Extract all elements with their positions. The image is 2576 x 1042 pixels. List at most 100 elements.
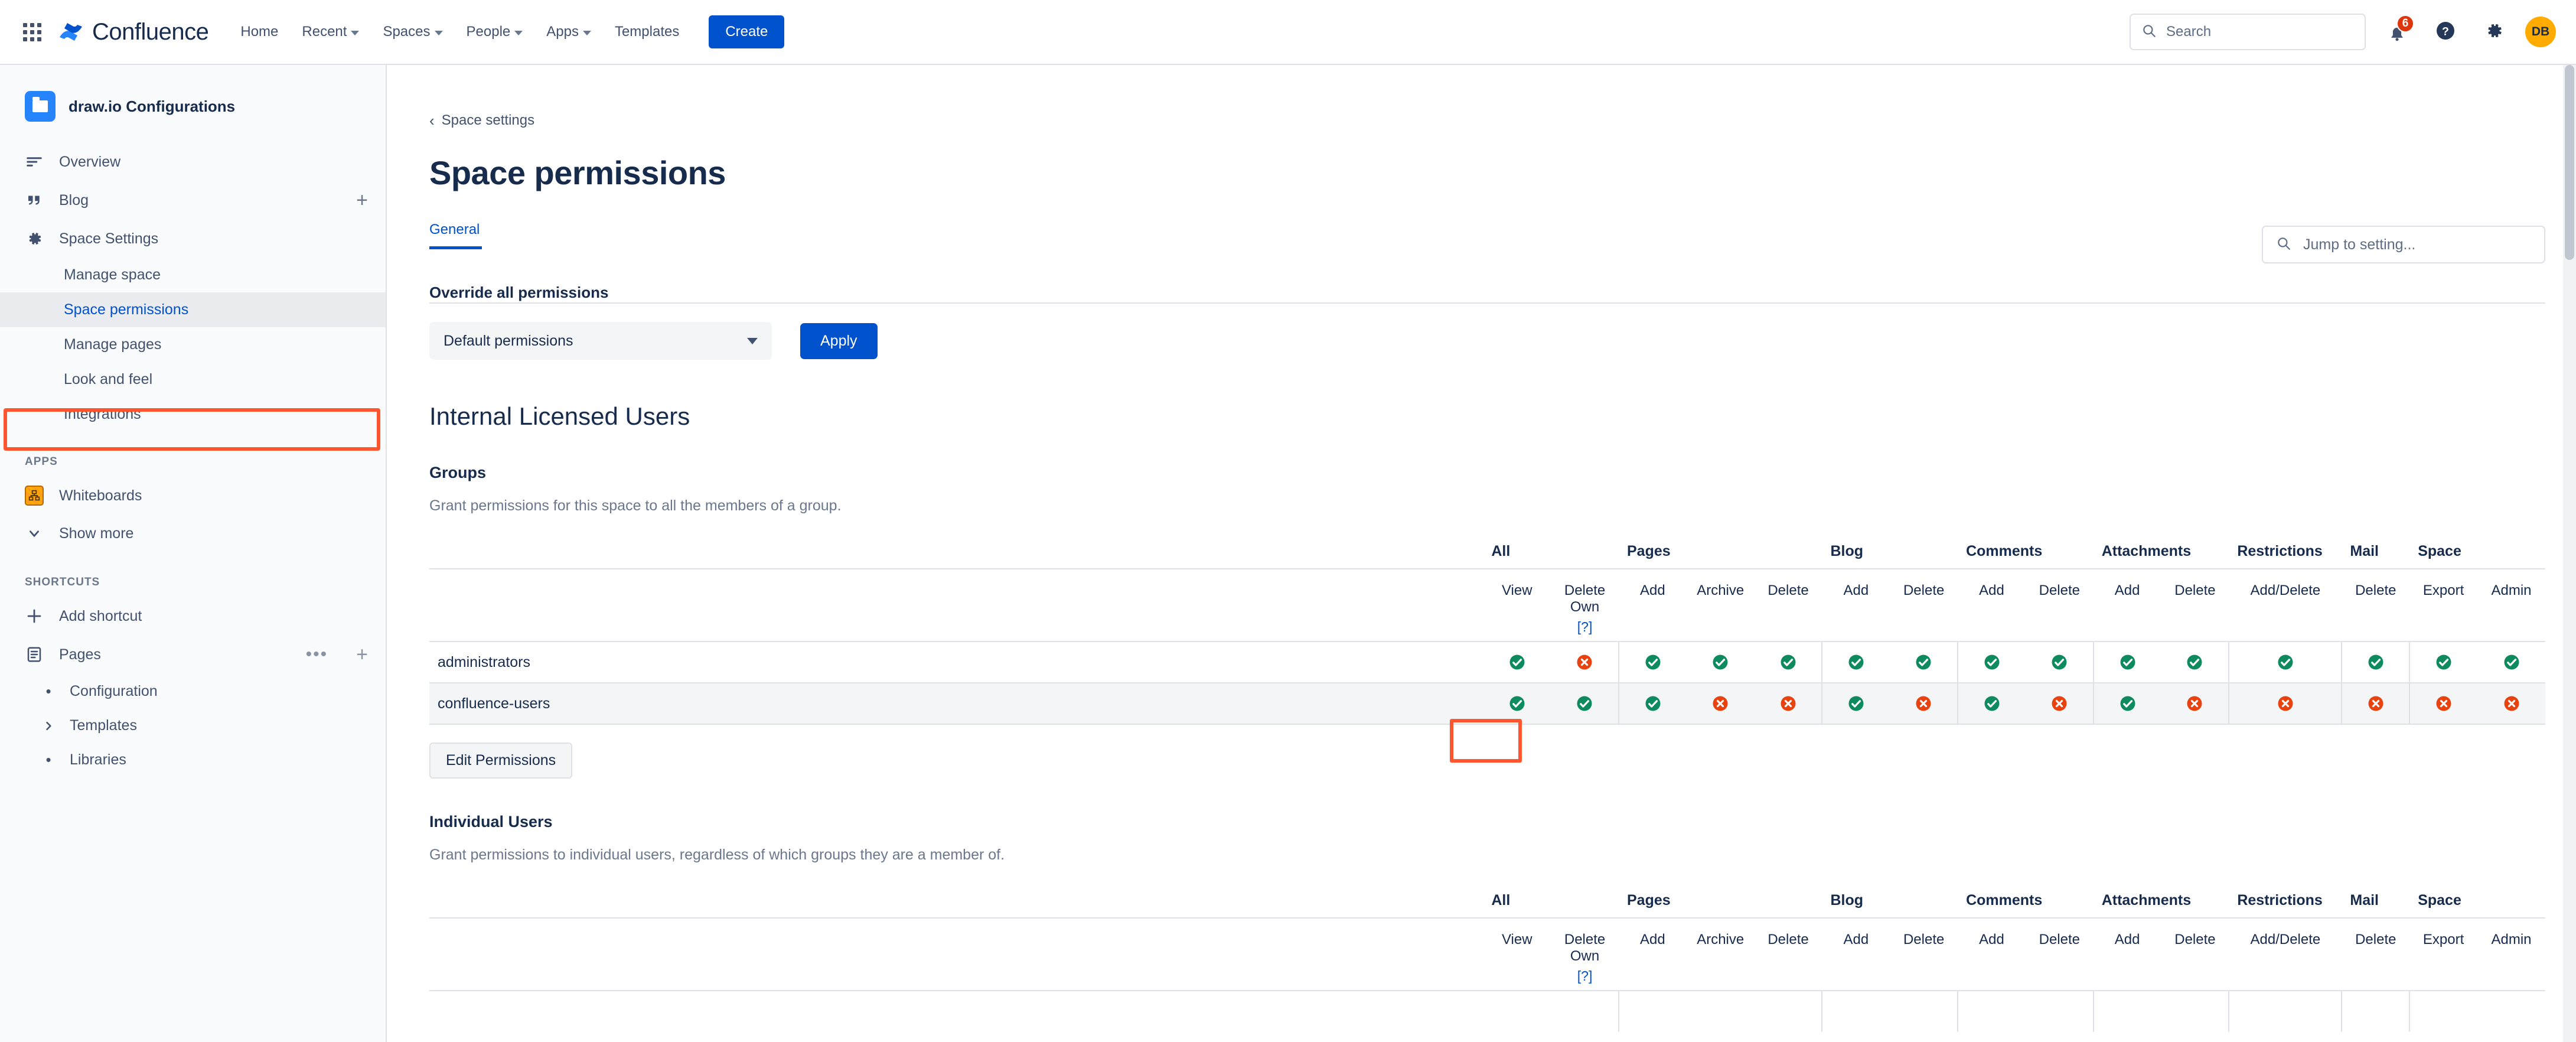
perm-cell-space-admin[interactable] [2477,682,2545,724]
perm-cell-comments-delete[interactable] [2025,641,2094,683]
perm-cell-view[interactable] [1483,682,1551,724]
perm-cell-pages-delete[interactable] [1754,682,1822,724]
perm-cell-comments-add[interactable] [1957,682,2026,724]
perm-cell-restrictions[interactable] [2228,682,2342,724]
perm-cell-blog-delete[interactable] [1890,990,1958,1032]
perm-cell-blog-delete[interactable] [1890,641,1958,683]
perm-cell-space-export[interactable] [2409,682,2477,724]
perm-cell-delete-own[interactable] [1551,682,1619,724]
sidebar-item-label: Blog [59,191,89,209]
add-blog-plus-icon[interactable]: + [356,190,368,210]
pages-add-icon[interactable]: + [356,644,368,665]
sidebar-add-shortcut-button[interactable]: Add shortcut [0,597,386,635]
perm-cell-space-admin[interactable] [2477,990,2545,1032]
spacer-cell [429,917,1483,991]
perm-cell-comments-add[interactable] [1957,990,2026,1032]
sidebar-item-pages[interactable]: Pages ••• + [0,635,386,674]
page-scrollbar[interactable] [2563,65,2576,1042]
jump-to-setting-box[interactable] [2262,226,2545,263]
perm-cell-mail-delete[interactable] [2341,641,2410,683]
perm-cell-view[interactable] [1483,641,1551,683]
perm-cell-pages-archive[interactable] [1686,641,1755,683]
create-button[interactable]: Create [709,15,785,48]
jump-to-setting-input[interactable] [2303,236,2531,253]
perm-cell-blog-add[interactable] [1821,990,1890,1032]
perm-cell-comments-add[interactable] [1957,641,2026,683]
nav-item-apps[interactable]: Apps [534,15,603,48]
sidebar-item-blog[interactable]: Blog + [0,181,386,220]
tab-general[interactable]: General [429,222,482,249]
help-button[interactable]: ? [2428,15,2463,49]
search-icon [2141,23,2157,41]
sub-header-pages-delete: Delete [1754,568,1822,642]
perm-cell-mail-delete[interactable] [2341,682,2410,724]
perm-cell-pages-archive[interactable] [1686,990,1755,1032]
sidebar-item-overview[interactable]: Overview [0,143,386,181]
perm-cell-blog-add[interactable] [1821,682,1890,724]
perm-cell-attachments-add[interactable] [2092,641,2161,683]
perm-cell-view[interactable] [1483,990,1551,1032]
perm-cell-attachments-delete[interactable] [2161,641,2229,683]
page-tree-item-configuration[interactable]: • Configuration [0,674,386,709]
perm-cell-restrictions[interactable] [2228,641,2342,683]
perm-cell-blog-add[interactable] [1821,641,1890,683]
nav-item-templates[interactable]: Templates [603,15,691,48]
perm-cell-space-admin[interactable] [2477,641,2545,683]
chevron-right-icon[interactable] [39,720,58,732]
perm-cell-comments-delete[interactable] [2025,990,2094,1032]
perm-cell-delete-own[interactable] [1551,990,1619,1032]
settings-button[interactable] [2477,15,2511,49]
sidebar-item-look-and-feel[interactable]: Look and feel [0,362,386,397]
perm-cell-mail-delete[interactable] [2341,990,2410,1032]
perm-cell-pages-delete[interactable] [1754,990,1822,1032]
perm-cell-restrictions[interactable] [2228,990,2342,1032]
edit-permissions-button[interactable]: Edit Permissions [429,743,573,779]
global-search-box[interactable] [2130,14,2366,50]
apply-button[interactable]: Apply [800,323,878,359]
sidebar-item-manage-pages[interactable]: Manage pages [0,327,386,362]
sidebar-show-more-button[interactable]: Show more [0,515,386,552]
confluence-home-link[interactable]: Confluence [58,19,209,45]
app-switcher-button[interactable] [15,15,48,48]
perm-cell-attachments-add[interactable] [2092,990,2161,1032]
perm-cell-pages-add[interactable] [1618,990,1687,1032]
notifications-button[interactable]: 6 [2380,15,2414,49]
perm-cell-delete-own[interactable] [1551,641,1619,683]
scrollbar-thumb[interactable] [2565,65,2574,260]
perm-cell-pages-delete[interactable] [1754,641,1822,683]
override-permissions-select[interactable]: Default permissions [429,322,772,360]
search-input[interactable] [2166,24,2354,40]
page-tree-label: Libraries [70,751,126,768]
perm-cell-space-export[interactable] [2409,641,2477,683]
sidebar-item-integrations[interactable]: Integrations [0,397,386,432]
breadcrumb-space-settings[interactable]: ‹ Space settings [429,65,534,129]
sub-header-view: View [1483,568,1551,642]
nav-item-people[interactable]: People [455,15,535,48]
perm-cell-pages-add[interactable] [1618,682,1687,724]
space-header[interactable]: draw.io Configurations [0,65,386,143]
perm-cell-attachments-add[interactable] [2092,682,2161,724]
sidebar-item-space-permissions[interactable]: Space permissions [0,292,386,327]
perm-cell-pages-archive[interactable] [1686,682,1755,724]
nav-item-home[interactable]: Home [229,15,290,48]
nav-item-spaces[interactable]: Spaces [371,15,454,48]
sidebar-item-whiteboards[interactable]: Whiteboards [0,477,386,515]
chevron-down-icon [351,30,360,35]
page-tree-item-templates[interactable]: Templates [0,709,386,743]
perm-cell-comments-delete[interactable] [2025,682,2094,724]
perm-cell-pages-add[interactable] [1618,641,1687,683]
help-marker-link[interactable]: [?] [1551,968,1619,984]
perm-cell-attachments-delete[interactable] [2161,682,2229,724]
perm-cell-space-export[interactable] [2409,990,2477,1032]
perm-cell-attachments-delete[interactable] [2161,990,2229,1032]
pages-more-actions-icon[interactable]: ••• [306,646,328,663]
nav-label: Apps [546,24,579,40]
sidebar-item-space-settings[interactable]: Space Settings [0,220,386,258]
page-tree-item-libraries[interactable]: • Libraries [0,743,386,777]
sidebar-item-manage-space[interactable]: Manage space [0,258,386,292]
perm-cell-blog-delete[interactable] [1890,682,1958,724]
delete-own-line1: Delete [1564,932,1606,947]
help-marker-link[interactable]: [?] [1551,619,1619,635]
nav-item-recent[interactable]: Recent [290,15,371,48]
user-avatar[interactable]: DB [2525,17,2556,47]
